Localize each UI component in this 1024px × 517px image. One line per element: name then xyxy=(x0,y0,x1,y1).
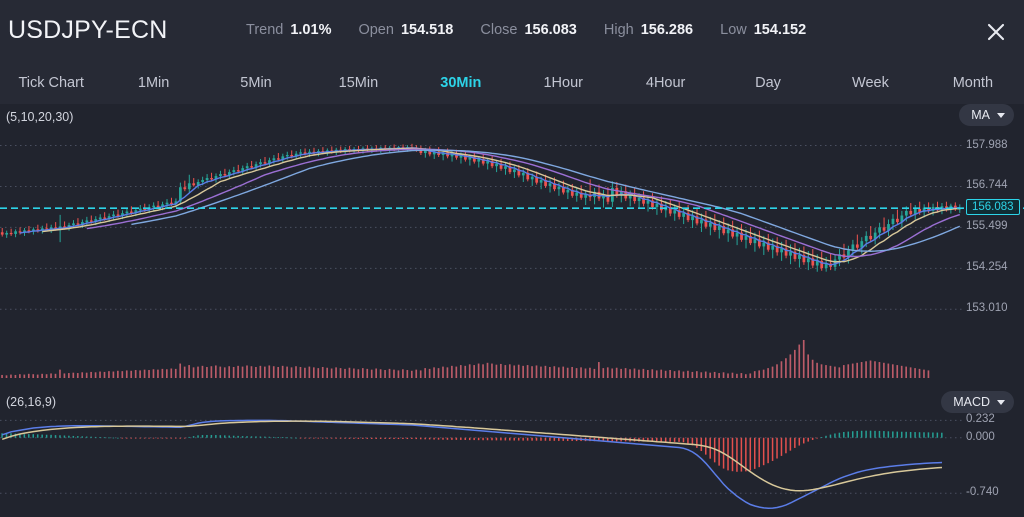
macd-indicator-button[interactable]: MACD xyxy=(941,391,1014,413)
stat-value: 156.083 xyxy=(524,22,577,38)
ma-indicator-button[interactable]: MA xyxy=(959,104,1014,126)
tab-month[interactable]: Month xyxy=(922,62,1024,104)
tab-1hour[interactable]: 1Hour xyxy=(512,62,614,104)
tab-15min[interactable]: 15Min xyxy=(307,62,409,104)
symbol-title: USDJPY-ECN xyxy=(8,16,168,44)
stat-value: 154.152 xyxy=(753,22,807,38)
close-button[interactable] xyxy=(982,18,1010,46)
stat-value: 154.518 xyxy=(400,22,454,38)
close-icon xyxy=(987,23,1005,41)
macd-plot xyxy=(0,419,962,510)
stat-high: High 156.286 xyxy=(604,22,693,38)
chevron-down-icon xyxy=(997,399,1005,405)
chart-header: USDJPY-ECN Trend 1.01% Open 154.518 Close 156… xyxy=(0,0,1024,62)
timeframe-tabs[interactable]: Tick Chart 1Min 5Min 15Min 30Min 1Hour 4Hour Da… xyxy=(0,62,1024,104)
chart-app: USDJPY-ECN Trend 1.01% Open 154.518 Close 156… xyxy=(0,0,1024,517)
tab-5min[interactable]: 5Min xyxy=(205,62,307,104)
stat-label: Open xyxy=(358,22,394,38)
stat-low: Low 154.152 xyxy=(720,22,806,38)
stat-label: High xyxy=(603,22,634,38)
stat-label: Trend xyxy=(246,22,284,38)
tab-30min[interactable]: 30Min xyxy=(410,62,512,104)
stat-value: 1.01% xyxy=(290,22,332,38)
tab-4hour[interactable]: 4Hour xyxy=(614,62,716,104)
stat-label: Close xyxy=(480,22,518,38)
ma-indicator-label: MA xyxy=(971,108,990,122)
tab-day[interactable]: Day xyxy=(717,62,819,104)
tab-week[interactable]: Week xyxy=(819,62,921,104)
ohlc-stats: Trend 1.01% Open 154.518 Close 156.083 High 156… xyxy=(246,22,833,38)
stat-label: Low xyxy=(720,22,747,38)
stat-value: 156.286 xyxy=(640,22,694,38)
chevron-down-icon xyxy=(997,112,1005,118)
price-chart-pane[interactable]: (5,10,20,30) xyxy=(0,104,1024,389)
tab-1min[interactable]: 1Min xyxy=(102,62,204,104)
macd-chart-pane[interactable]: (26,16,9) xyxy=(0,389,1024,517)
tab-tick-chart[interactable]: Tick Chart xyxy=(0,62,102,104)
candlestick-plot xyxy=(0,143,1024,378)
stat-open: Open 154.518 xyxy=(358,22,453,38)
stat-close: Close 156.083 xyxy=(480,22,577,38)
macd-indicator-label: MACD xyxy=(953,395,990,409)
stat-trend: Trend 1.01% xyxy=(246,22,331,38)
